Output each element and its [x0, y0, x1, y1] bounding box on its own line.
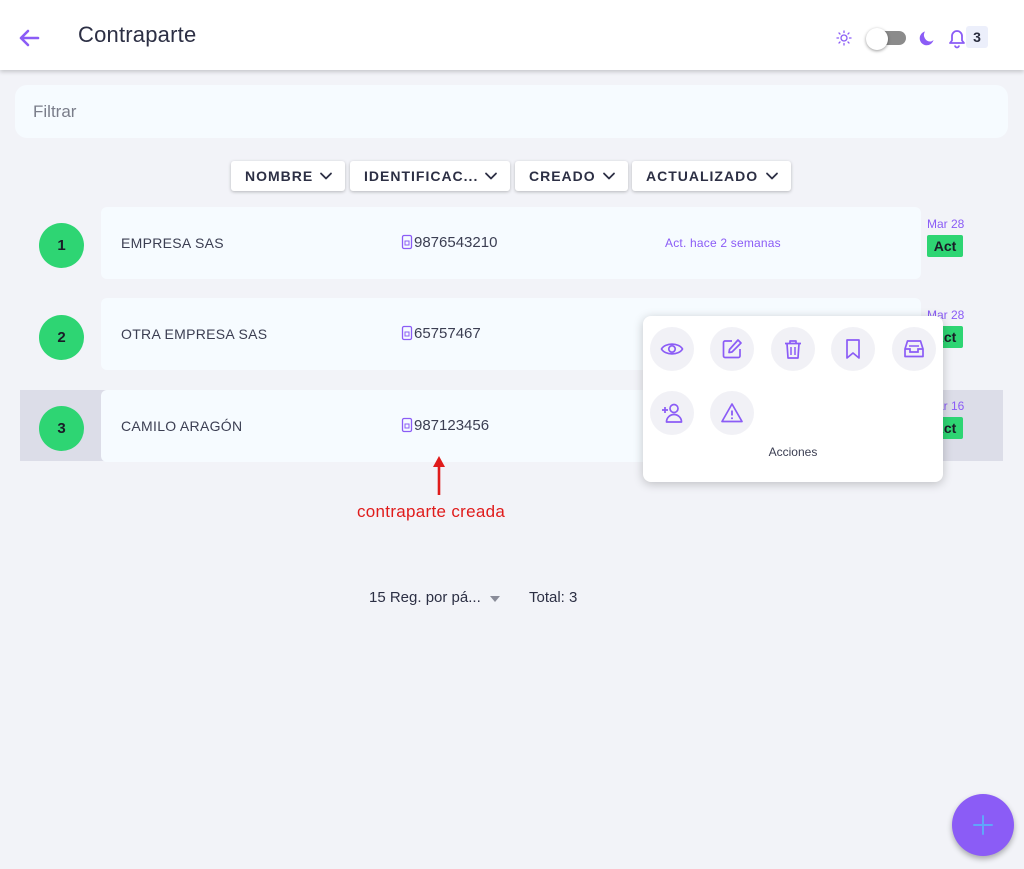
total-count: Total: 3 — [529, 589, 578, 606]
trash-icon — [785, 340, 801, 359]
moon-icon — [919, 31, 934, 46]
status-badge: Act — [927, 235, 963, 257]
chevron-down-icon — [320, 172, 332, 180]
row-updated: Act. hace 2 semanas — [665, 236, 781, 250]
annotation-text: contraparte creada — [357, 502, 506, 521]
row-identification: 987123456 — [414, 417, 490, 434]
id-card-icon — [401, 234, 413, 250]
sort-label: ACTUALIZADO — [646, 168, 759, 184]
sort-nombre-button[interactable]: NOMBRE — [231, 161, 345, 191]
sort-label: IDENTIFICAC... — [364, 168, 479, 184]
row-name: EMPRESA SAS — [121, 235, 224, 251]
sort-label: CREADO — [529, 168, 596, 184]
warning-icon — [721, 403, 743, 423]
bookmark-icon — [846, 339, 860, 359]
row-number: 1 — [39, 223, 84, 268]
view-button[interactable] — [650, 327, 694, 371]
archive-button[interactable] — [892, 327, 936, 371]
actions-panel: Acciones — [643, 316, 943, 482]
row-name: OTRA EMPRESA SAS — [121, 326, 268, 342]
back-arrow-icon[interactable] — [14, 23, 44, 53]
row-identification: 65757467 — [414, 325, 481, 342]
sun-icon — [836, 30, 852, 46]
archive-icon — [904, 340, 924, 358]
delete-button[interactable] — [771, 327, 815, 371]
chevron-down-icon — [603, 172, 615, 180]
edit-icon — [722, 339, 742, 359]
row-identification: 9876543210 — [414, 234, 498, 251]
row-date: Mar 28 — [927, 217, 965, 231]
row-name: CAMILO ARAGÓN — [121, 418, 243, 434]
per-page-select[interactable]: 15 Reg. por pá... — [369, 589, 481, 606]
notification-badge[interactable]: 3 — [966, 26, 988, 48]
app-header: Contraparte 3 — [0, 0, 1024, 70]
warning-button[interactable] — [710, 391, 754, 435]
bookmark-button[interactable] — [831, 327, 875, 371]
page-title: Contraparte — [78, 22, 197, 47]
id-card-icon — [401, 417, 413, 433]
chevron-down-icon — [766, 172, 778, 180]
sort-identificacion-button[interactable]: IDENTIFICAC... — [350, 161, 510, 191]
sort-label: NOMBRE — [245, 168, 314, 184]
edit-button[interactable] — [710, 327, 754, 371]
sort-creado-button[interactable]: CREADO — [515, 161, 628, 191]
row-number: 3 — [39, 406, 84, 451]
add-user-button[interactable] — [650, 391, 694, 435]
bell-icon[interactable] — [946, 26, 968, 50]
filter-input[interactable] — [15, 85, 1008, 138]
id-card-icon — [401, 325, 413, 341]
sort-actualizado-button[interactable]: ACTUALIZADO — [632, 161, 791, 191]
eye-icon — [660, 343, 684, 355]
table-row[interactable]: EMPRESA SAS 9876543210 Act. hace 2 seman… — [101, 207, 921, 279]
chevron-down-icon — [485, 172, 497, 180]
add-button[interactable] — [952, 794, 1014, 856]
annotation-arrow-icon — [433, 456, 445, 495]
filter-bar — [15, 85, 1008, 138]
add-user-icon — [662, 403, 683, 423]
caret-down-icon[interactable] — [490, 596, 500, 602]
row-number: 2 — [39, 315, 84, 360]
toggle-knob — [866, 28, 888, 50]
theme-toggle[interactable] — [866, 28, 906, 50]
plus-icon — [973, 815, 993, 835]
actions-label: Acciones — [768, 445, 818, 459]
